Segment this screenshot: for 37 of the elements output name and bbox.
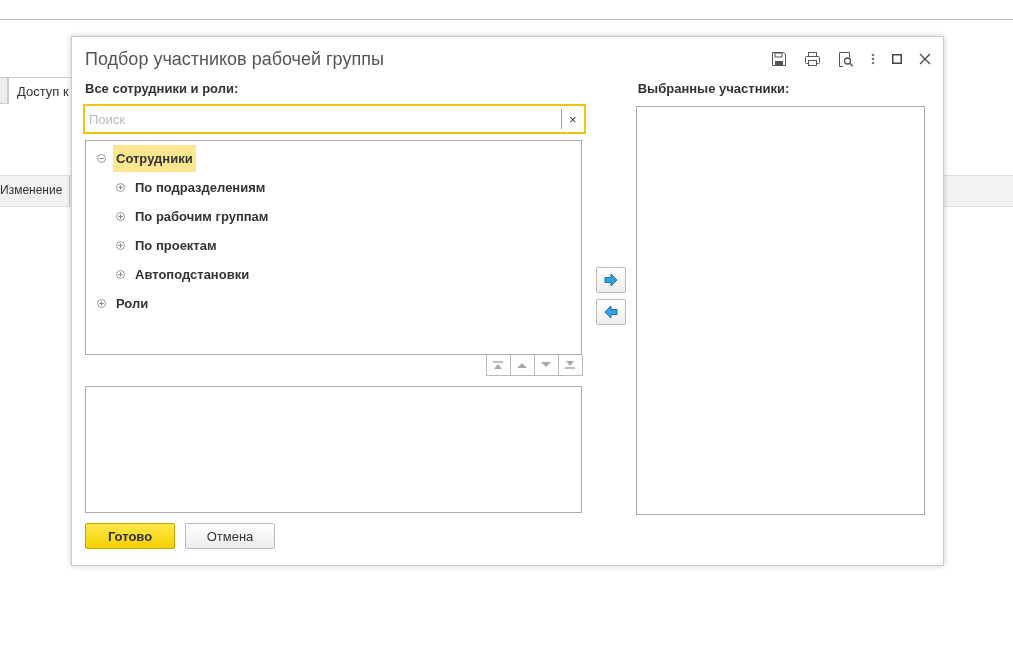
move-to-bottom-button[interactable] [558, 355, 583, 376]
tree-item[interactable]: Сотрудники [113, 145, 196, 172]
maximize-icon[interactable] [892, 54, 902, 64]
move-to-top-button[interactable] [485, 355, 511, 376]
tree-item[interactable]: По подразделениям [132, 174, 269, 201]
down-arrow-icon [541, 362, 552, 368]
cancel-button[interactable]: Отмена [185, 523, 275, 549]
add-button[interactable] [595, 267, 626, 293]
print-icon[interactable] [804, 51, 821, 67]
search-icon[interactable] [838, 51, 854, 67]
tree-item[interactable]: По рабочим группам [132, 203, 272, 230]
column-header: Изменение [0, 176, 70, 206]
move-down-button[interactable] [534, 355, 559, 376]
collapse-icon[interactable] [97, 154, 106, 163]
up-arrow-icon [517, 362, 528, 368]
remove-button[interactable] [595, 299, 626, 325]
arrow-to-top-icon [493, 361, 504, 369]
expand-icon[interactable] [116, 212, 125, 221]
section-label: Выбранные участники: [637, 81, 791, 96]
arrow-to-bottom-icon [565, 361, 576, 369]
expand-icon[interactable] [116, 270, 125, 279]
done-button[interactable]: Готово [85, 523, 175, 549]
save-icon[interactable] [771, 51, 787, 67]
expand-icon[interactable] [116, 183, 125, 192]
move-up-button[interactable] [510, 355, 535, 376]
more-icon[interactable] [871, 53, 875, 65]
tree-item[interactable]: Роли [113, 290, 152, 317]
window-title: Подбор участников рабочей группы [85, 48, 385, 70]
search-field[interactable]: Поиск × [83, 104, 586, 134]
expand-icon[interactable] [116, 241, 125, 250]
right-arrow-icon [603, 273, 618, 287]
close-icon[interactable] [919, 53, 931, 65]
left-arrow-icon [603, 305, 618, 319]
tree-item[interactable]: По проектам [132, 232, 220, 259]
expand-icon[interactable] [97, 299, 106, 308]
tree-item[interactable]: Автоподстановки [132, 261, 253, 288]
clear-button[interactable]: × [561, 111, 584, 127]
